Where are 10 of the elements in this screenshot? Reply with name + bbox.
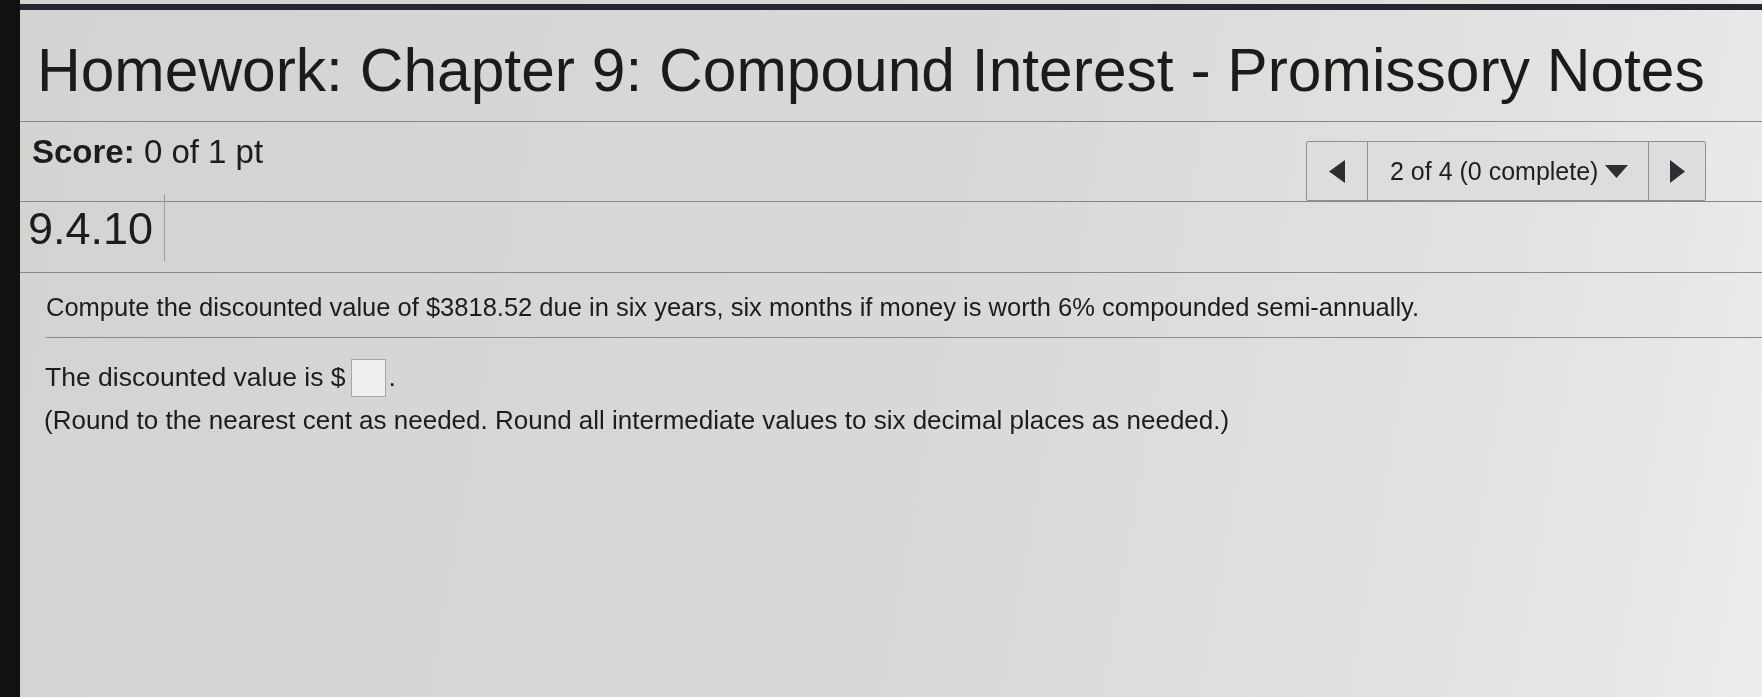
- right-triangle-icon: [1669, 159, 1685, 183]
- answer-label: The discounted value is $: [45, 364, 346, 391]
- score-text: Score: 0 of 1 pt: [32, 135, 264, 168]
- question-text: Compute the discounted value of $3818.52 due in six years, six months if money is worth 6% compounded semi-annually.: [46, 295, 1420, 321]
- caret-icon: [1605, 164, 1629, 178]
- left-triangle-icon: [1329, 159, 1345, 183]
- question-selector[interactable]: 2 of 4 (0 complete): [1367, 142, 1649, 200]
- question-number: 9.4.10: [28, 206, 154, 251]
- answer-period: .: [388, 364, 396, 391]
- instructions-text: (Round to the nearest cent as needed. Round all intermediate values to six decimal places as needed.): [44, 406, 1230, 433]
